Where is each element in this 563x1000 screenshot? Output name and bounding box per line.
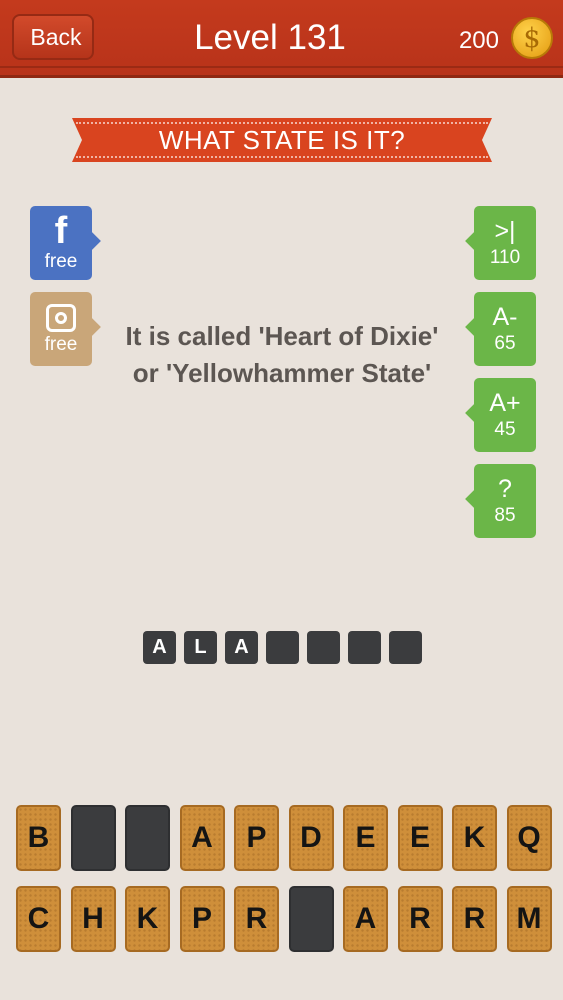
skip-cost: 110 — [489, 247, 521, 268]
instagram-free-button[interactable]: free — [30, 292, 92, 366]
coin-icon[interactable]: $ — [511, 17, 553, 59]
reveal-letter-cost: 45 — [494, 419, 516, 440]
remove-letters-icon: A- — [492, 303, 518, 331]
solve-cost: 85 — [494, 505, 516, 526]
letter-key[interactable]: R — [452, 886, 497, 952]
skip-icon: >| — [494, 217, 516, 245]
letter-key[interactable]: H — [70, 886, 116, 952]
letter-key[interactable]: K — [452, 805, 497, 871]
letter-key[interactable]: B — [16, 805, 61, 871]
letter-key[interactable]: Q — [506, 805, 552, 871]
answer-slots: A L A — [143, 631, 422, 664]
top-bar: Back Level 131 200 $ — [0, 0, 563, 78]
solve-button[interactable]: ? 85 — [474, 464, 536, 538]
letter-key[interactable]: M — [506, 886, 552, 952]
used-key — [70, 805, 116, 871]
back-button[interactable]: Back — [12, 14, 94, 60]
letter-key[interactable]: A — [343, 886, 388, 952]
instagram-free-label: free — [44, 334, 78, 355]
instagram-icon — [46, 304, 76, 332]
banner-title: WHAT STATE IS IT? — [158, 124, 406, 155]
question-banner: WHAT STATE IS IT? — [72, 118, 492, 162]
question-icon: ? — [498, 475, 512, 503]
facebook-free-button[interactable]: f free — [30, 206, 92, 280]
used-key — [125, 805, 170, 871]
used-key — [288, 886, 334, 952]
facebook-free-label: free — [44, 251, 78, 272]
letter-key[interactable]: R — [234, 886, 279, 952]
reveal-letter-button[interactable]: A+ 45 — [474, 378, 536, 452]
coin-count: 200 — [458, 27, 499, 54]
letter-key[interactable]: E — [343, 805, 388, 871]
answer-slot[interactable]: L — [184, 631, 217, 664]
letter-key[interactable]: K — [125, 886, 170, 952]
answer-slot[interactable] — [307, 631, 340, 664]
letter-key[interactable]: A — [179, 805, 225, 871]
letter-key[interactable]: R — [397, 886, 443, 952]
facebook-icon: f — [54, 210, 68, 252]
remove-letters-button[interactable]: A- 65 — [474, 292, 536, 366]
reveal-letter-icon: A+ — [489, 389, 521, 417]
skip-level-button[interactable]: >| 110 — [474, 206, 536, 280]
letter-row-2: C H K P R A R R M — [16, 886, 552, 952]
remove-letters-cost: 65 — [494, 333, 516, 354]
answer-slot[interactable] — [348, 631, 381, 664]
answer-slot[interactable] — [266, 631, 299, 664]
level-title: Level 131 — [194, 18, 346, 57]
letter-key[interactable]: D — [288, 805, 334, 871]
letter-key[interactable]: P — [234, 805, 279, 871]
letter-row-1: B A P D E E K Q — [16, 805, 552, 871]
letter-key[interactable]: E — [397, 805, 443, 871]
clue-text: It is called 'Heart of Dixie' or 'Yellow… — [125, 321, 439, 388]
letter-key[interactable]: P — [179, 886, 225, 952]
letter-key[interactable]: C — [16, 886, 61, 952]
answer-slot[interactable]: A — [143, 631, 176, 664]
answer-slot[interactable] — [389, 631, 422, 664]
answer-slot[interactable]: A — [225, 631, 258, 664]
